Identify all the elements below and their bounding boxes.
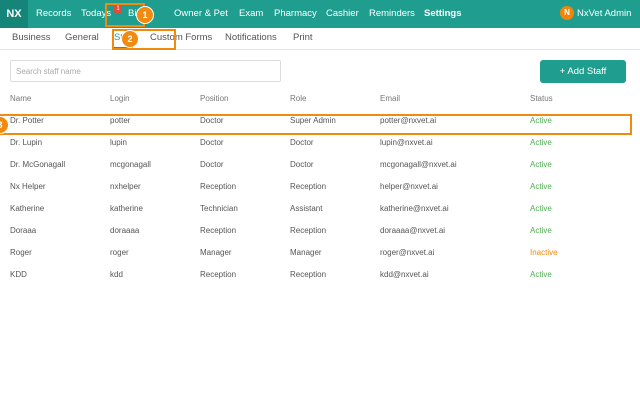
table-row[interactable]: Dr. Potter potter Doctor Super Admin pot… [0, 110, 640, 132]
cell-role: Doctor [290, 138, 314, 147]
tab-notifications[interactable]: Notifications [225, 28, 277, 50]
top-navbar: NX Records Todays 1 Billing Owner & Pet … [0, 0, 640, 28]
cell-status: Active [530, 226, 552, 235]
column-header-role: Role [290, 94, 307, 103]
add-staff-button[interactable]: + Add Staff [540, 60, 626, 83]
step-marker-2: 2 [121, 30, 139, 48]
cell-name: Doraaa [10, 226, 37, 235]
column-header-position: Position [200, 94, 229, 103]
cell-email: kdd@nxvet.ai [380, 270, 429, 279]
tab-business[interactable]: Business [12, 28, 51, 50]
step-marker-1: 1 [136, 6, 154, 24]
user-avatar[interactable]: N [560, 6, 574, 20]
cell-role: Reception [290, 226, 327, 235]
cell-login: katherine [110, 204, 143, 213]
cell-name: Roger [10, 248, 32, 257]
cell-role: Doctor [290, 160, 314, 169]
cell-position: Technician [200, 204, 238, 213]
search-input[interactable] [10, 60, 281, 82]
cell-email: lupin@nxvet.ai [380, 138, 433, 147]
cell-login: kdd [110, 270, 123, 279]
tab-print[interactable]: Print [293, 28, 313, 50]
tab-custom-forms[interactable]: Custom Forms [150, 28, 212, 50]
table-row[interactable]: Dr. Lupin lupin Doctor Doctor lupin@nxve… [0, 132, 640, 154]
cell-status: Active [530, 204, 552, 213]
cell-position: Doctor [200, 160, 224, 169]
nav-exam[interactable]: Exam [239, 0, 263, 28]
nav-settings[interactable]: Settings [424, 0, 461, 28]
column-header-name: Name [10, 94, 32, 103]
cell-position: Manager [200, 248, 232, 257]
cell-position: Reception [200, 270, 237, 279]
column-header-email: Email [380, 94, 401, 103]
cell-status: Inactive [530, 248, 558, 257]
cell-role: Reception [290, 182, 327, 191]
cell-name: Dr. Potter [10, 116, 44, 125]
settings-tabs: Business General Staff Custom Forms Noti… [0, 28, 640, 50]
cell-status: Active [530, 160, 552, 169]
cell-role: Assistant [290, 204, 323, 213]
cell-email: katherine@nxvet.ai [380, 204, 449, 213]
cell-email: roger@nxvet.ai [380, 248, 435, 257]
cell-name: Dr. Lupin [10, 138, 43, 147]
cell-name: Katherine [10, 204, 45, 213]
cell-name: Dr. McGonagall [10, 160, 66, 169]
cell-login: potter [110, 116, 131, 125]
nav-cashier[interactable]: Cashier [326, 0, 359, 28]
cell-status: Active [530, 116, 552, 125]
cell-login: roger [110, 248, 129, 257]
cell-position: Doctor [200, 138, 224, 147]
cell-login: lupin [110, 138, 127, 147]
tab-general[interactable]: General [65, 28, 99, 50]
cell-login: doraaaa [110, 226, 140, 235]
cell-position: Reception [200, 226, 237, 235]
cell-email: doraaaa@nxvet.ai [380, 226, 446, 235]
user-name[interactable]: NxVet Admin [577, 0, 631, 28]
cell-login: mcgonagall [110, 160, 151, 169]
cell-status: Active [530, 138, 552, 147]
nav-todays[interactable]: Todays [81, 0, 111, 28]
cell-status: Active [530, 182, 552, 191]
cell-name: Nx Helper [10, 182, 46, 191]
table-row[interactable]: Katherine katherine Technician Assistant… [0, 198, 640, 220]
nav-reminders[interactable]: Reminders [369, 0, 415, 28]
nav-pharmacy[interactable]: Pharmacy [274, 0, 317, 28]
table-row[interactable]: Dr. McGonagall mcgonagall Doctor Doctor … [0, 154, 640, 176]
cell-role: Reception [290, 270, 327, 279]
cell-email: helper@nxvet.ai [380, 182, 438, 191]
table-row[interactable]: Nx Helper nxhelper Reception Reception h… [0, 176, 640, 198]
column-header-login: Login [110, 94, 130, 103]
cell-name: KDD [10, 270, 27, 279]
nav-records[interactable]: Records [36, 0, 71, 28]
cell-role: Super Admin [290, 116, 336, 125]
table-row[interactable]: Doraaa doraaaa Reception Reception doraa… [0, 220, 640, 242]
app-logo[interactable]: NX [0, 0, 28, 28]
table-row[interactable]: KDD kdd Reception Reception kdd@nxvet.ai… [0, 264, 640, 286]
column-header-status: Status [530, 94, 553, 103]
cell-position: Doctor [200, 116, 224, 125]
cell-status: Active [530, 270, 552, 279]
cell-email: potter@nxvet.ai [380, 116, 437, 125]
nav-owner-pet[interactable]: Owner & Pet [174, 0, 228, 28]
todays-badge: 1 [114, 5, 122, 13]
cell-login: nxhelper [110, 182, 141, 191]
cell-position: Reception [200, 182, 237, 191]
cell-email: mcgonagall@nxvet.ai [380, 160, 457, 169]
table-row[interactable]: Roger roger Manager Manager roger@nxvet.… [0, 242, 640, 264]
cell-role: Manager [290, 248, 322, 257]
